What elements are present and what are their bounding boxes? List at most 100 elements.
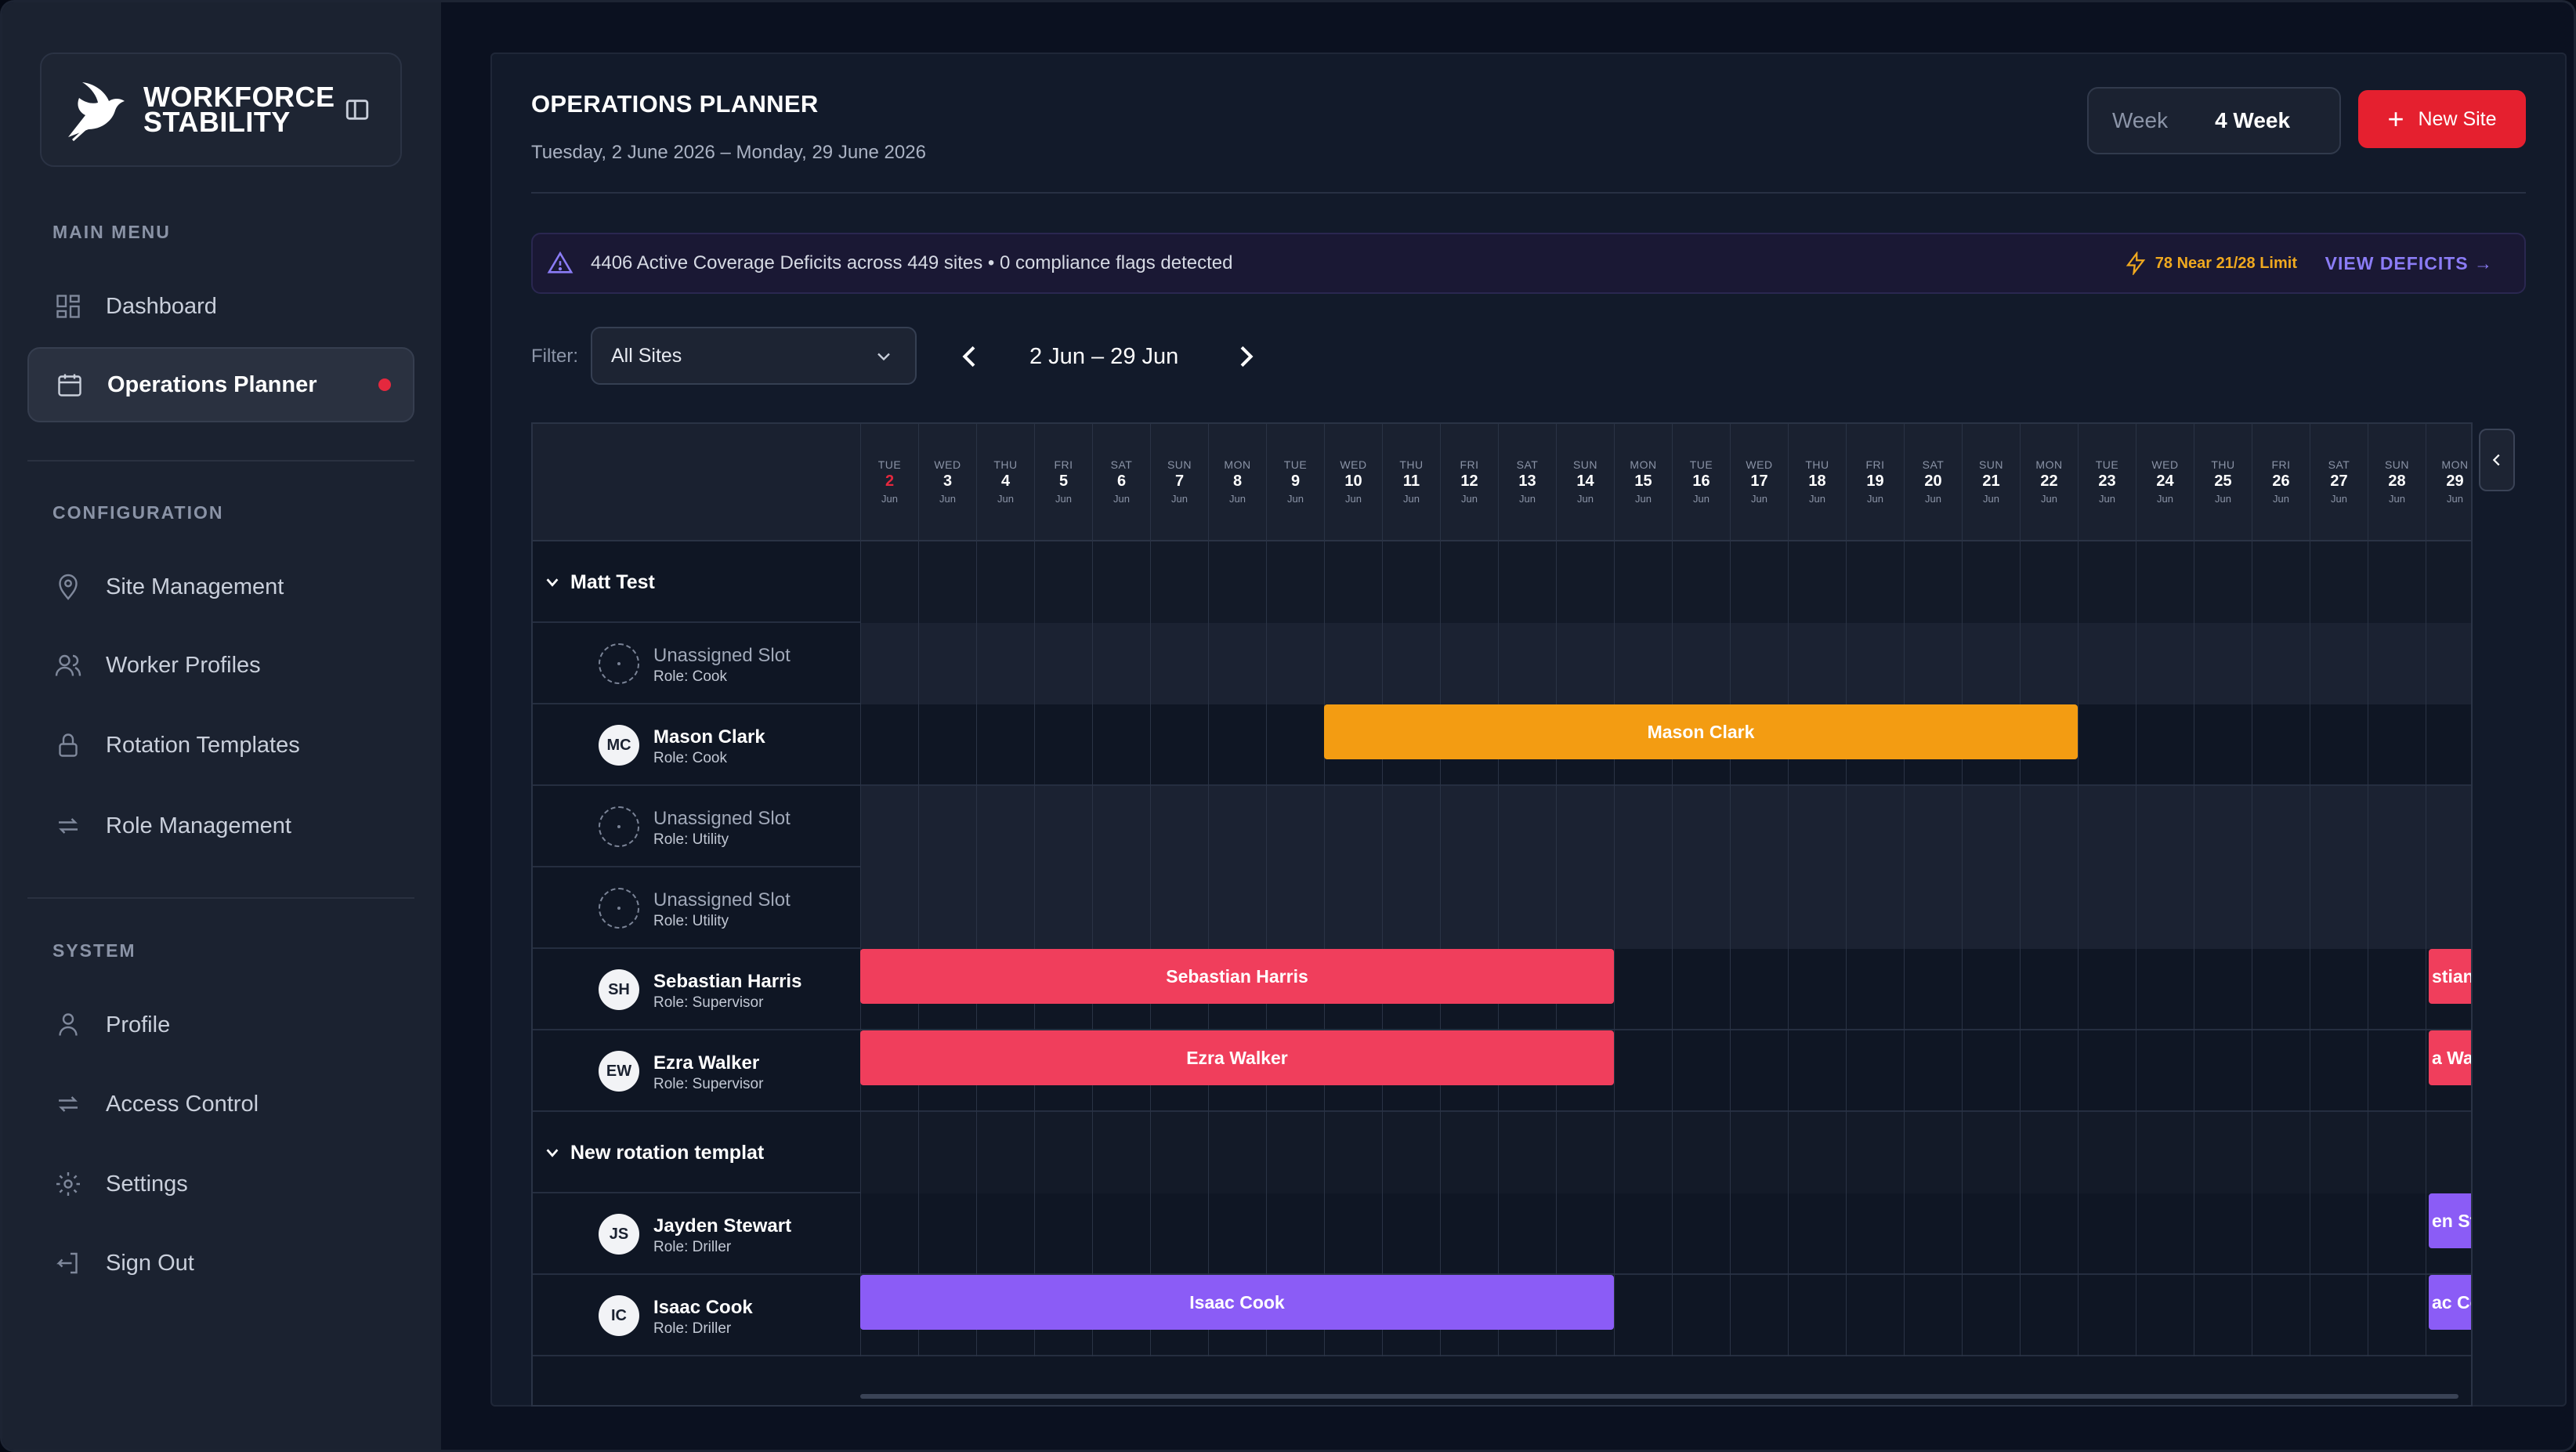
day-cell[interactable] xyxy=(1846,1030,1904,1112)
day-cell[interactable] xyxy=(2194,1112,2252,1193)
day-cell[interactable] xyxy=(860,541,918,623)
day-cell[interactable] xyxy=(976,541,1034,623)
day-cell[interactable] xyxy=(2136,867,2194,949)
day-cell[interactable] xyxy=(1382,541,1440,623)
day-cell[interactable] xyxy=(1788,541,1846,623)
day-cell[interactable] xyxy=(860,1193,918,1275)
day-cell[interactable] xyxy=(1092,704,1150,786)
day-cell[interactable] xyxy=(2426,1112,2471,1193)
view-deficits-link[interactable]: VIEW DEFICITS → xyxy=(2325,253,2493,274)
day-cell[interactable] xyxy=(2310,1193,2368,1275)
day-cell[interactable] xyxy=(1788,1112,1846,1193)
day-cell[interactable] xyxy=(2426,704,2471,786)
day-cell[interactable] xyxy=(2310,1112,2368,1193)
day-cell[interactable] xyxy=(2020,541,2078,623)
day-cell[interactable] xyxy=(2310,704,2368,786)
day-cell[interactable] xyxy=(1614,867,1672,949)
day-cell[interactable] xyxy=(2078,1275,2136,1356)
day-cell[interactable] xyxy=(2136,949,2194,1030)
day-cell[interactable] xyxy=(2020,786,2078,867)
site-filter-select[interactable]: All Sites xyxy=(591,327,917,385)
day-cell[interactable] xyxy=(2078,704,2136,786)
day-cell[interactable] xyxy=(2020,867,2078,949)
day-cell[interactable] xyxy=(1788,949,1846,1030)
day-cell[interactable] xyxy=(1324,1112,1382,1193)
day-cell[interactable] xyxy=(976,704,1034,786)
day-cell[interactable] xyxy=(1324,1193,1382,1275)
day-cell[interactable] xyxy=(1962,1112,2020,1193)
day-cell[interactable] xyxy=(860,704,918,786)
day-cell[interactable] xyxy=(1672,786,1730,867)
day-cell[interactable] xyxy=(1730,786,1788,867)
sidebar-item-site-management[interactable]: Site Management xyxy=(27,549,414,625)
day-cell[interactable] xyxy=(1034,1112,1092,1193)
day-cell[interactable] xyxy=(1324,623,1382,704)
day-cell[interactable] xyxy=(1730,1112,1788,1193)
day-cell[interactable] xyxy=(2194,623,2252,704)
day-cell[interactable] xyxy=(1498,541,1556,623)
day-cell[interactable] xyxy=(2136,1275,2194,1356)
sidebar-item-operations-planner[interactable]: Operations Planner xyxy=(27,347,414,422)
collapse-panel-button[interactable] xyxy=(2479,429,2515,491)
sidebar-item-sign-out[interactable]: Sign Out xyxy=(27,1226,414,1301)
day-cell[interactable] xyxy=(2368,1112,2426,1193)
day-cell[interactable] xyxy=(1556,623,1614,704)
day-cell[interactable] xyxy=(1498,786,1556,867)
day-cell[interactable] xyxy=(1382,1193,1440,1275)
day-cell[interactable] xyxy=(1556,867,1614,949)
rotation-bar[interactable]: a Wal xyxy=(2429,1030,2471,1085)
day-cell[interactable] xyxy=(2194,1193,2252,1275)
day-cell[interactable] xyxy=(1382,623,1440,704)
day-cell[interactable] xyxy=(2136,1193,2194,1275)
day-cell[interactable] xyxy=(1092,1193,1150,1275)
sidebar-item-access-control[interactable]: Access Control xyxy=(27,1066,414,1142)
day-cell[interactable] xyxy=(1092,786,1150,867)
day-cell[interactable] xyxy=(1034,867,1092,949)
day-cell[interactable] xyxy=(1208,786,1266,867)
day-cell[interactable] xyxy=(1266,1112,1324,1193)
day-cell[interactable] xyxy=(1614,1275,1672,1356)
day-cell[interactable] xyxy=(2252,1030,2310,1112)
day-cell[interactable] xyxy=(1730,867,1788,949)
day-cell[interactable] xyxy=(1672,949,1730,1030)
day-cell[interactable] xyxy=(1672,1112,1730,1193)
day-cell[interactable] xyxy=(1904,1030,1962,1112)
day-cell[interactable] xyxy=(1092,623,1150,704)
day-cell[interactable] xyxy=(2020,1275,2078,1356)
group-label[interactable]: New rotation templat xyxy=(533,1112,860,1193)
day-cell[interactable] xyxy=(1440,1193,1498,1275)
day-cell[interactable] xyxy=(2426,786,2471,867)
day-cell[interactable] xyxy=(1846,541,1904,623)
rotation-bar[interactable]: Sebastian Harris xyxy=(860,949,1614,1004)
day-cell[interactable] xyxy=(1672,623,1730,704)
day-cell[interactable] xyxy=(976,1193,1034,1275)
day-cell[interactable] xyxy=(1266,623,1324,704)
day-cell[interactable] xyxy=(1614,949,1672,1030)
sidebar-item-profile[interactable]: Profile xyxy=(27,987,414,1063)
day-cell[interactable] xyxy=(976,1112,1034,1193)
day-cell[interactable] xyxy=(1788,623,1846,704)
day-cell[interactable] xyxy=(1904,1193,1962,1275)
day-cell[interactable] xyxy=(1730,949,1788,1030)
day-cell[interactable] xyxy=(2020,1030,2078,1112)
day-cell[interactable] xyxy=(2078,623,2136,704)
day-cell[interactable] xyxy=(1208,1112,1266,1193)
sidebar-item-worker-profiles[interactable]: Worker Profiles xyxy=(27,628,414,703)
day-cell[interactable] xyxy=(1266,867,1324,949)
next-period-button[interactable] xyxy=(1230,341,1261,372)
day-cell[interactable] xyxy=(2368,867,2426,949)
day-cell[interactable] xyxy=(1846,867,1904,949)
day-cell[interactable] xyxy=(1556,541,1614,623)
day-cell[interactable] xyxy=(1324,867,1382,949)
day-cell[interactable] xyxy=(1614,623,1672,704)
day-cell[interactable] xyxy=(1904,541,1962,623)
day-cell[interactable] xyxy=(1788,1193,1846,1275)
day-cell[interactable] xyxy=(1846,623,1904,704)
day-cell[interactable] xyxy=(2368,623,2426,704)
day-cell[interactable] xyxy=(1034,704,1092,786)
day-cell[interactable] xyxy=(2368,1193,2426,1275)
day-cell[interactable] xyxy=(1208,704,1266,786)
day-cell[interactable] xyxy=(1034,541,1092,623)
day-cell[interactable] xyxy=(1150,786,1208,867)
day-cell[interactable] xyxy=(1962,949,2020,1030)
